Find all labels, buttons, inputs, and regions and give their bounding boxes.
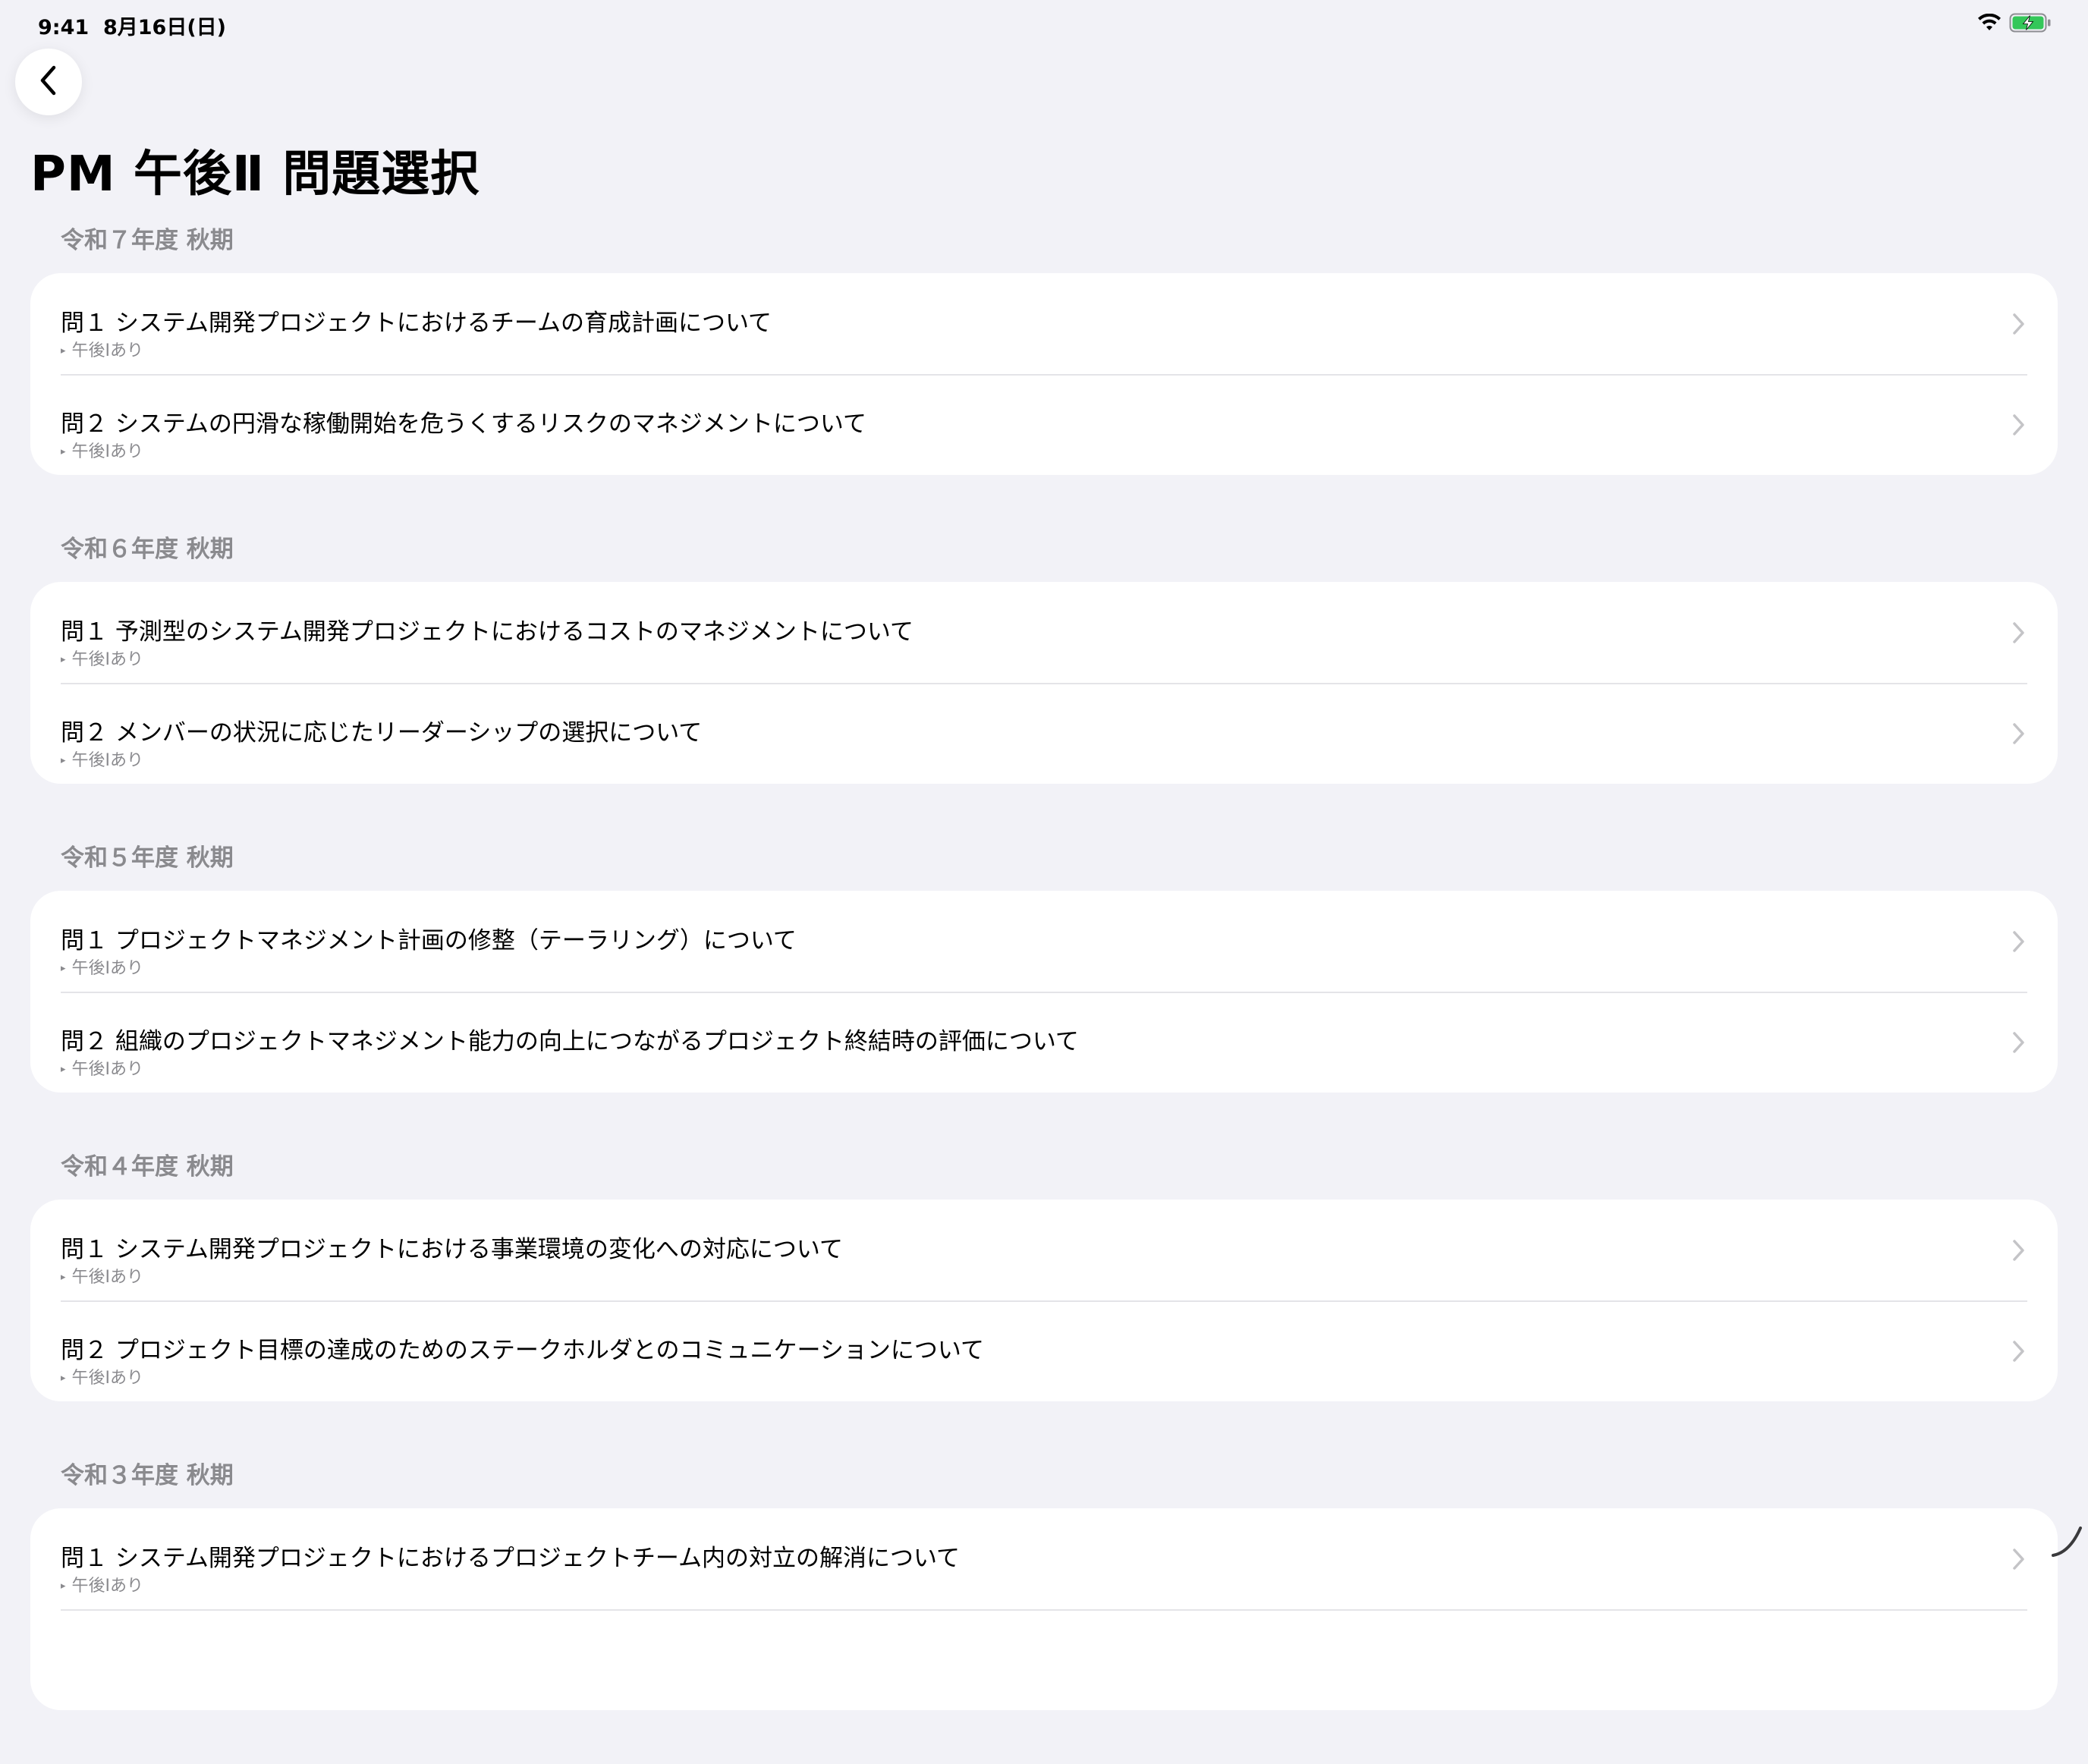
question-subtitle: ▸ 午後Ⅰあり <box>61 337 143 361</box>
status-time-date: 9:41 8月16日(日) <box>38 11 226 40</box>
disclosure-triangle-icon: ▸ <box>61 654 66 665</box>
question-card: 問１ システム開発プロジェクトにおけるチームの育成計画について ▸ 午後Ⅰあり 問… <box>30 273 2058 475</box>
question-row[interactable] <box>30 1609 2058 1710</box>
question-row[interactable]: 問２ メンバーの状況に応じたリーダーシップの選択について ▸ 午後Ⅰあり <box>30 683 2058 784</box>
subtitle-text: 午後Ⅰあり <box>71 1268 144 1287</box>
question-row[interactable]: 問２ 組織のプロジェクトマネジメント能力の向上につながるプロジェクト終結時の評価… <box>30 992 2058 1093</box>
wifi-icon <box>1977 13 2002 35</box>
status-time: 9:41 <box>38 16 90 39</box>
disclosure-triangle-icon: ▸ <box>61 446 66 458</box>
question-title: 問２ 組織のプロジェクトマネジメント能力の向上につながるプロジェクト終結時の評価… <box>61 1028 1079 1055</box>
disclosure-triangle-icon: ▸ <box>61 345 66 357</box>
section-header: 令和３年度 秋期 <box>61 1462 234 1489</box>
section-header: 令和４年度 秋期 <box>61 1153 234 1181</box>
status-bar: 9:41 8月16日(日) <box>0 0 2088 49</box>
status-indicators <box>1977 11 2052 38</box>
question-title: 問１ システム開発プロジェクトにおけるプロジェクトチーム内の対立の解消について <box>61 1545 961 1572</box>
subtitle-text: 午後Ⅰあり <box>71 959 144 978</box>
disclosure-triangle-icon: ▸ <box>61 963 66 974</box>
subtitle-text: 午後Ⅰあり <box>71 1060 144 1079</box>
question-title: 問２ システムの円滑な稼働開始を危うくするリスクのマネジメントについて <box>61 410 866 438</box>
question-row[interactable]: 問１ 予測型のシステム開発プロジェクトにおけるコストのマネジメントについて ▸ 午… <box>30 582 2058 683</box>
question-subtitle: ▸ 午後Ⅰあり <box>61 1055 143 1080</box>
question-row[interactable]: 問１ システム開発プロジェクトにおけるプロジェクトチーム内の対立の解消について … <box>30 1508 2058 1609</box>
subtitle-text: 午後Ⅰあり <box>71 751 144 770</box>
question-title: 問１ システム開発プロジェクトにおけるチームの育成計画について <box>61 310 772 337</box>
question-title: 問１ 予測型のシステム開発プロジェクトにおけるコストのマネジメントについて <box>61 618 914 646</box>
page-title: PM 午後Ⅱ 問題選択 <box>30 146 480 203</box>
question-row[interactable]: 問１ システム開発プロジェクトにおけるチームの育成計画について ▸ 午後Ⅰあり <box>30 273 2058 374</box>
question-title: 問２ プロジェクト目標の達成のためのステークホルダとのコミュニケーションについて <box>61 1337 984 1364</box>
question-subtitle: ▸ 午後Ⅰあり <box>61 954 143 979</box>
chevron-right-icon <box>2013 313 2024 335</box>
section-reiwa7: 令和７年度 秋期 問１ システム開発プロジェクトにおけるチームの育成計画について… <box>30 220 2058 475</box>
section-header: 令和５年度 秋期 <box>61 844 234 872</box>
section-reiwa5: 令和５年度 秋期 問１ プロジェクトマネジメント計画の修整（テーラリング）につい… <box>30 838 2058 1093</box>
subtitle-text: 午後Ⅰあり <box>71 341 144 360</box>
disclosure-triangle-icon: ▸ <box>61 1064 66 1075</box>
question-subtitle: ▸ 午後Ⅰあり <box>61 438 143 462</box>
chevron-right-icon <box>2013 1341 2024 1362</box>
question-subtitle: ▸ 午後Ⅰあり <box>61 646 143 670</box>
scroll-indicator-icon <box>2052 1527 2082 1557</box>
question-title: 問１ システム開発プロジェクトにおける事業環境の変化への対応について <box>61 1236 843 1263</box>
chevron-right-icon <box>2013 1549 2024 1570</box>
disclosure-triangle-icon: ▸ <box>61 1272 66 1283</box>
section-header: 令和７年度 秋期 <box>61 227 234 254</box>
subtitle-text: 午後Ⅰあり <box>71 1577 144 1596</box>
question-row[interactable]: 問２ プロジェクト目標の達成のためのステークホルダとのコミュニケーションについて… <box>30 1300 2058 1401</box>
question-subtitle: ▸ 午後Ⅰあり <box>61 1364 143 1388</box>
question-title: 問１ プロジェクトマネジメント計画の修整（テーラリング）について <box>61 927 797 954</box>
subtitle-text: 午後Ⅰあり <box>71 1369 144 1388</box>
question-row[interactable]: 問２ システムの円滑な稼働開始を危うくするリスクのマネジメントについて ▸ 午後Ⅰ… <box>30 374 2058 475</box>
status-date: 8月16日(日) <box>102 16 227 39</box>
section-header: 令和６年度 秋期 <box>61 536 234 563</box>
section-reiwa6: 令和６年度 秋期 問１ 予測型のシステム開発プロジェクトにおけるコストのマネジメ… <box>30 529 2058 784</box>
battery-charging-icon <box>2009 13 2052 36</box>
disclosure-triangle-icon: ▸ <box>61 1373 66 1384</box>
section-reiwa3: 令和３年度 秋期 問１ システム開発プロジェクトにおけるプロジェクトチーム内の対… <box>30 1455 2058 1710</box>
question-subtitle: ▸ 午後Ⅰあり <box>61 1572 143 1596</box>
question-list: 令和７年度 秋期 問１ システム開発プロジェクトにおけるチームの育成計画について… <box>30 220 2058 1764</box>
question-subtitle: ▸ 午後Ⅰあり <box>61 747 143 771</box>
question-card: 問１ 予測型のシステム開発プロジェクトにおけるコストのマネジメントについて ▸ 午… <box>30 582 2058 784</box>
disclosure-triangle-icon: ▸ <box>61 1580 66 1592</box>
question-row[interactable]: 問１ プロジェクトマネジメント計画の修整（テーラリング）について ▸ 午後Ⅰあり <box>30 891 2058 992</box>
chevron-left-icon <box>37 64 60 100</box>
question-card: 問１ プロジェクトマネジメント計画の修整（テーラリング）について ▸ 午後Ⅰあり … <box>30 891 2058 1093</box>
disclosure-triangle-icon: ▸ <box>61 755 66 766</box>
chevron-right-icon <box>2013 1240 2024 1261</box>
subtitle-text: 午後Ⅰあり <box>71 650 144 669</box>
question-title: 問２ メンバーの状況に応じたリーダーシップの選択について <box>61 719 703 747</box>
section-reiwa4: 令和４年度 秋期 問１ システム開発プロジェクトにおける事業環境の変化への対応に… <box>30 1146 2058 1401</box>
chevron-right-icon <box>2013 622 2024 643</box>
chevron-right-icon <box>2013 414 2024 435</box>
chevron-right-icon <box>2013 723 2024 744</box>
chevron-right-icon <box>2013 1032 2024 1053</box>
chevron-right-icon <box>2013 931 2024 952</box>
back-button[interactable] <box>15 49 82 115</box>
question-subtitle: ▸ 午後Ⅰあり <box>61 1263 143 1288</box>
subtitle-text: 午後Ⅰあり <box>71 442 144 461</box>
question-card: 問１ システム開発プロジェクトにおけるプロジェクトチーム内の対立の解消について … <box>30 1508 2058 1710</box>
question-row[interactable]: 問１ システム開発プロジェクトにおける事業環境の変化への対応について ▸ 午後Ⅰあ… <box>30 1200 2058 1300</box>
question-card: 問１ システム開発プロジェクトにおける事業環境の変化への対応について ▸ 午後Ⅰあ… <box>30 1200 2058 1401</box>
